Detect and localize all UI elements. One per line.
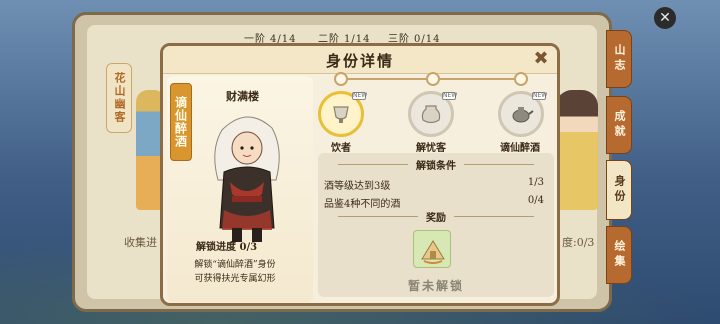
tab-mountain-record[interactable]: 山志 (606, 30, 632, 88)
divider (464, 164, 534, 165)
unlock-progress: 解锁进度 0/3 (196, 242, 258, 253)
close-icon[interactable]: ✕ (654, 7, 676, 29)
panel-header: 身份详情 ✖ (163, 46, 557, 74)
panel-title: 身份详情 (325, 52, 394, 70)
condition-row: 品鉴4种不同的酒 0/4 (324, 195, 544, 210)
character-figure (214, 116, 280, 242)
condition-value: 0/4 (527, 195, 544, 206)
stage-dot (334, 72, 348, 86)
cup-icon (333, 106, 349, 123)
new-tag: NEW (352, 92, 368, 100)
locked-status-button[interactable]: 暂未解锁 (318, 277, 554, 294)
teapot-icon (512, 107, 534, 123)
stage-dot (426, 72, 440, 86)
background-character-right (556, 90, 598, 210)
tab-gallery[interactable]: 绘集 (606, 226, 632, 284)
condition-text: 酒等级达到3级 (324, 181, 391, 192)
divider (454, 216, 534, 217)
jar-icon (421, 105, 441, 124)
reward-item[interactable] (413, 230, 451, 268)
badge-label: 谪仙醉酒 (500, 143, 540, 154)
unlock-description: 解锁“谪仙醉酒”身份 可获得扶光专属幻形 (164, 258, 306, 286)
tab-identity[interactable]: 身份 (606, 160, 632, 220)
new-tag: NEW (532, 92, 548, 100)
panel-close-icon[interactable]: ✖ (531, 49, 551, 69)
collect-progress-right: 度:0/3 (562, 236, 595, 249)
stage-dot (514, 72, 528, 86)
new-tag: NEW (442, 92, 458, 100)
condition-row: 酒等级达到3级 1/3 (324, 177, 544, 192)
tent-icon (421, 240, 445, 264)
collect-progress-left: 收集进 (124, 236, 157, 249)
book-left-tab[interactable]: 花山幽客 (106, 63, 132, 133)
tab-achievements[interactable]: 成就 (606, 96, 632, 154)
unlock-desc-line-2: 可获得扶光专属幻形 (194, 274, 276, 284)
identity-tag: 谪仙醉酒 (170, 83, 192, 161)
conditions-box: 解锁条件 酒等级达到3级 1/3 品鉴4种不同的酒 0/4 奖励 暂未解锁 (318, 153, 554, 297)
condition-value: 1/3 (527, 177, 544, 188)
badge-label: 饮者 (331, 143, 351, 154)
badge-label: 解忧客 (416, 143, 446, 154)
unlock-desc-line-1: 解锁“谪仙醉酒”身份 (194, 260, 276, 270)
